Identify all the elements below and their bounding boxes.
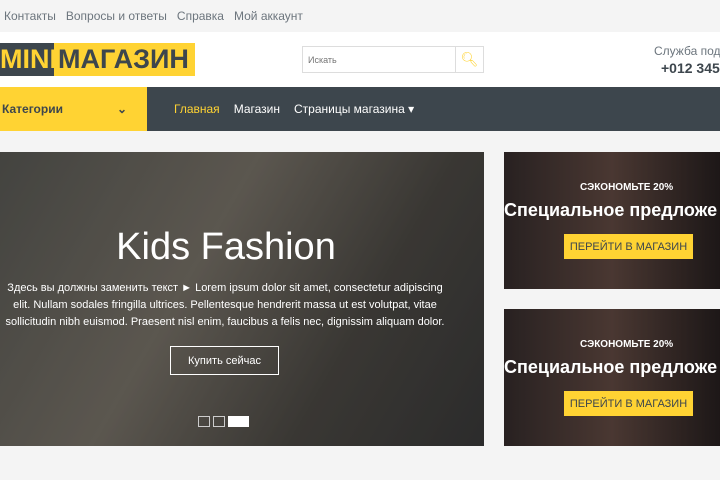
categories-label: Категории [2,102,63,116]
promo-title: Специальное предложе [504,357,718,377]
carousel-dot-2[interactable] [213,416,225,427]
hero-carousel: Kids Fashion Здесь вы должны заменить те… [0,152,484,446]
carousel-dot-1[interactable] [198,416,210,427]
chevron-down-icon: ⌄ [116,102,127,116]
carousel-dot-3[interactable] [228,416,249,427]
hero-text: Здесь вы должны заменить текст ► Lorem i… [5,282,445,328]
categories-dropdown[interactable]: Категории ⌄ [0,87,147,131]
logo-part1: MINI [0,43,57,76]
promo-discount: СЭКОНОМЬТЕ 20% [580,339,674,350]
logo[interactable]: MINI МАГАЗИН [0,43,195,76]
topbar-link-help[interactable]: Справка [177,9,224,23]
promo-shop-button[interactable]: ПЕРЕЙТИ В МАГАЗИН [564,234,693,259]
nav-pages-label: Страницы магазина [293,102,405,116]
support-phone: +012 345 [661,60,720,76]
support-label: Служба подд [654,44,720,58]
nav-home[interactable]: Главная [174,102,220,116]
buy-now-button[interactable]: Купить сейчас [170,346,279,375]
search-form: 🔍︎ [302,46,484,73]
carousel-indicators [198,416,249,427]
search-icon: 🔍︎ [460,51,479,67]
promo-banner-2: СЭКОНОМЬТЕ 20% Специальное предложе ПЕРЕ… [504,309,720,446]
promo-discount: СЭКОНОМЬТЕ 20% [580,182,674,193]
header: MINIМАГАЗИН 🔍︎ Служба подд +012 345 [0,32,720,87]
nav-shop[interactable]: Магазин [234,102,280,116]
hero-title: Kids Fashion [116,226,336,268]
promo-title: Специальное предложе [504,200,718,220]
logo-part2: МАГАЗИН [54,43,195,76]
chevron-down-icon: ▾ [408,102,415,116]
topbar-link-contacts[interactable]: Контакты [4,9,56,23]
navbar: Категории ⌄ Главная Магазин Страницы мага… [0,87,720,131]
search-input[interactable] [303,47,455,72]
promo-shop-button[interactable]: ПЕРЕЙТИ В МАГАЗИН [564,391,693,416]
search-button[interactable]: 🔍︎ [455,47,483,72]
topbar-link-faq[interactable]: Вопросы и ответы [66,9,167,23]
topbar-link-account[interactable]: Мой аккаунт [234,9,303,23]
nav-pages[interactable]: Страницы магазина ▾ [294,102,414,116]
promo-banner-1: СЭКОНОМЬТЕ 20% Специальное предложе ПЕРЕ… [504,152,720,289]
topbar: Контакты Вопросы и ответы Справка Мой ак… [0,0,720,32]
